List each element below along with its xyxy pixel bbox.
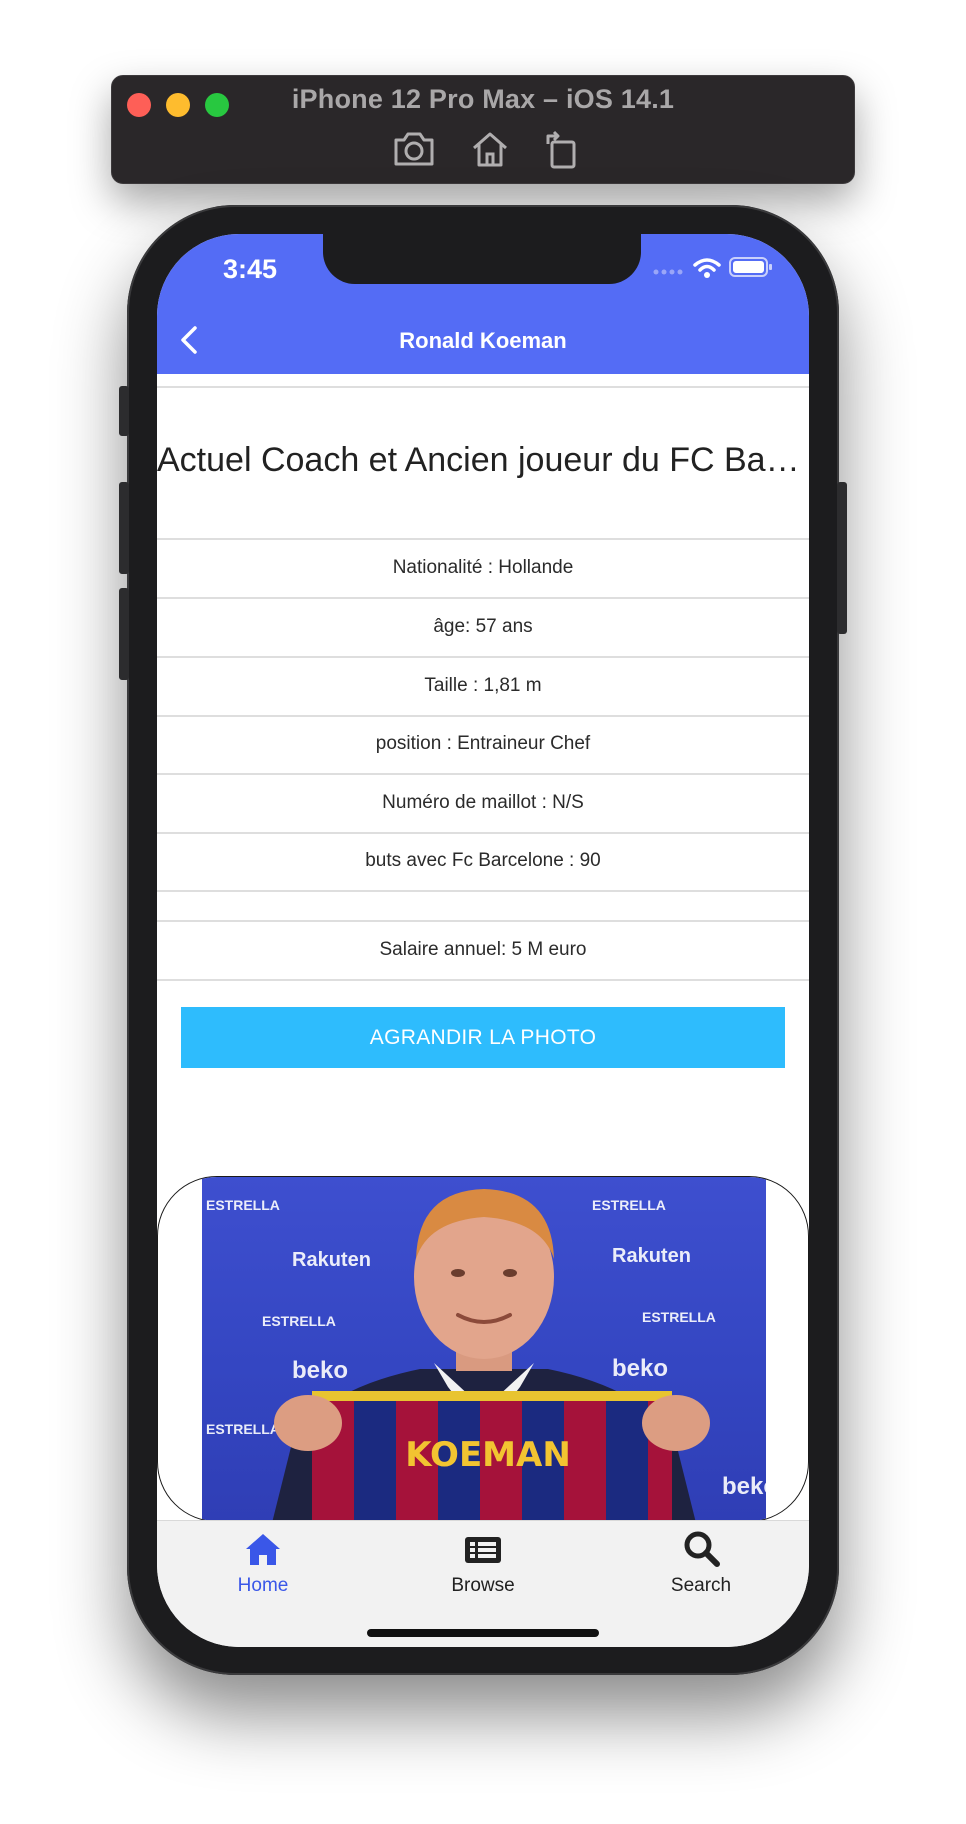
info-row-salary: Salaire annuel: 5 M euro (379, 939, 587, 960)
mute-switch (119, 386, 129, 436)
info-row-age: âge: 57 ans (433, 616, 533, 637)
tab-label-search: Search (670, 1575, 732, 1596)
info-row-height: Taille : 1,81 m (424, 675, 542, 696)
player-photo-frame[interactable]: ESTRELLA ESTRELLA Rakuten Rakuten ESTREL… (157, 1176, 809, 1522)
info-row-position: position : Entraineur Chef (375, 733, 591, 754)
divider (157, 979, 809, 981)
search-icon (684, 1531, 720, 1567)
page-title: Ronald Koeman (399, 328, 567, 353)
tab-label-browse: Browse (451, 1575, 515, 1596)
volume-up-button (119, 482, 129, 574)
tab-search[interactable]: Search (626, 1521, 776, 1611)
navigation-header: 3:45 Ronald Koeman (157, 234, 809, 374)
profile-headline: Actuel Coach et Ancien joueur du FC Barc… (157, 441, 809, 479)
home-icon (246, 1534, 280, 1565)
info-row-jersey-number: Numéro de maillot : N/S (382, 792, 584, 813)
info-row-nationality: Nationalité : Hollande (392, 557, 574, 578)
player-photo: ESTRELLA ESTRELLA Rakuten Rakuten ESTREL… (202, 1177, 766, 1521)
volume-down-button (119, 588, 129, 680)
divider (157, 386, 809, 388)
enlarge-photo-button[interactable]: AGRANDIR LA PHOTO (181, 1007, 785, 1068)
tab-bar: Home Browse Search (157, 1520, 809, 1647)
power-button (837, 482, 847, 634)
rotate-icon[interactable] (544, 130, 580, 170)
home-indicator[interactable] (367, 1629, 599, 1637)
tab-browse[interactable]: Browse (408, 1521, 558, 1611)
info-row-empty (157, 891, 809, 919)
info-row-goals: buts avec Fc Barcelone : 90 (365, 850, 601, 871)
status-time: 3:45 (223, 254, 278, 284)
wifi-icon (693, 258, 721, 278)
list-icon (465, 1537, 501, 1563)
simulator-title: iPhone 12 Pro Max – iOS 14.1 (291, 84, 675, 114)
camera-icon[interactable] (392, 130, 436, 168)
home-icon[interactable] (470, 130, 510, 168)
notch (323, 234, 641, 284)
jersey-name-text: KOEMAN (405, 1435, 571, 1475)
signal-icon (653, 269, 683, 275)
tab-label-home: Home (237, 1575, 289, 1596)
tab-home[interactable]: Home (188, 1521, 338, 1611)
battery-icon (729, 257, 772, 277)
app-screen: 3:45 Ronald Koeman Actuel Coach et Ancie… (157, 234, 809, 1647)
